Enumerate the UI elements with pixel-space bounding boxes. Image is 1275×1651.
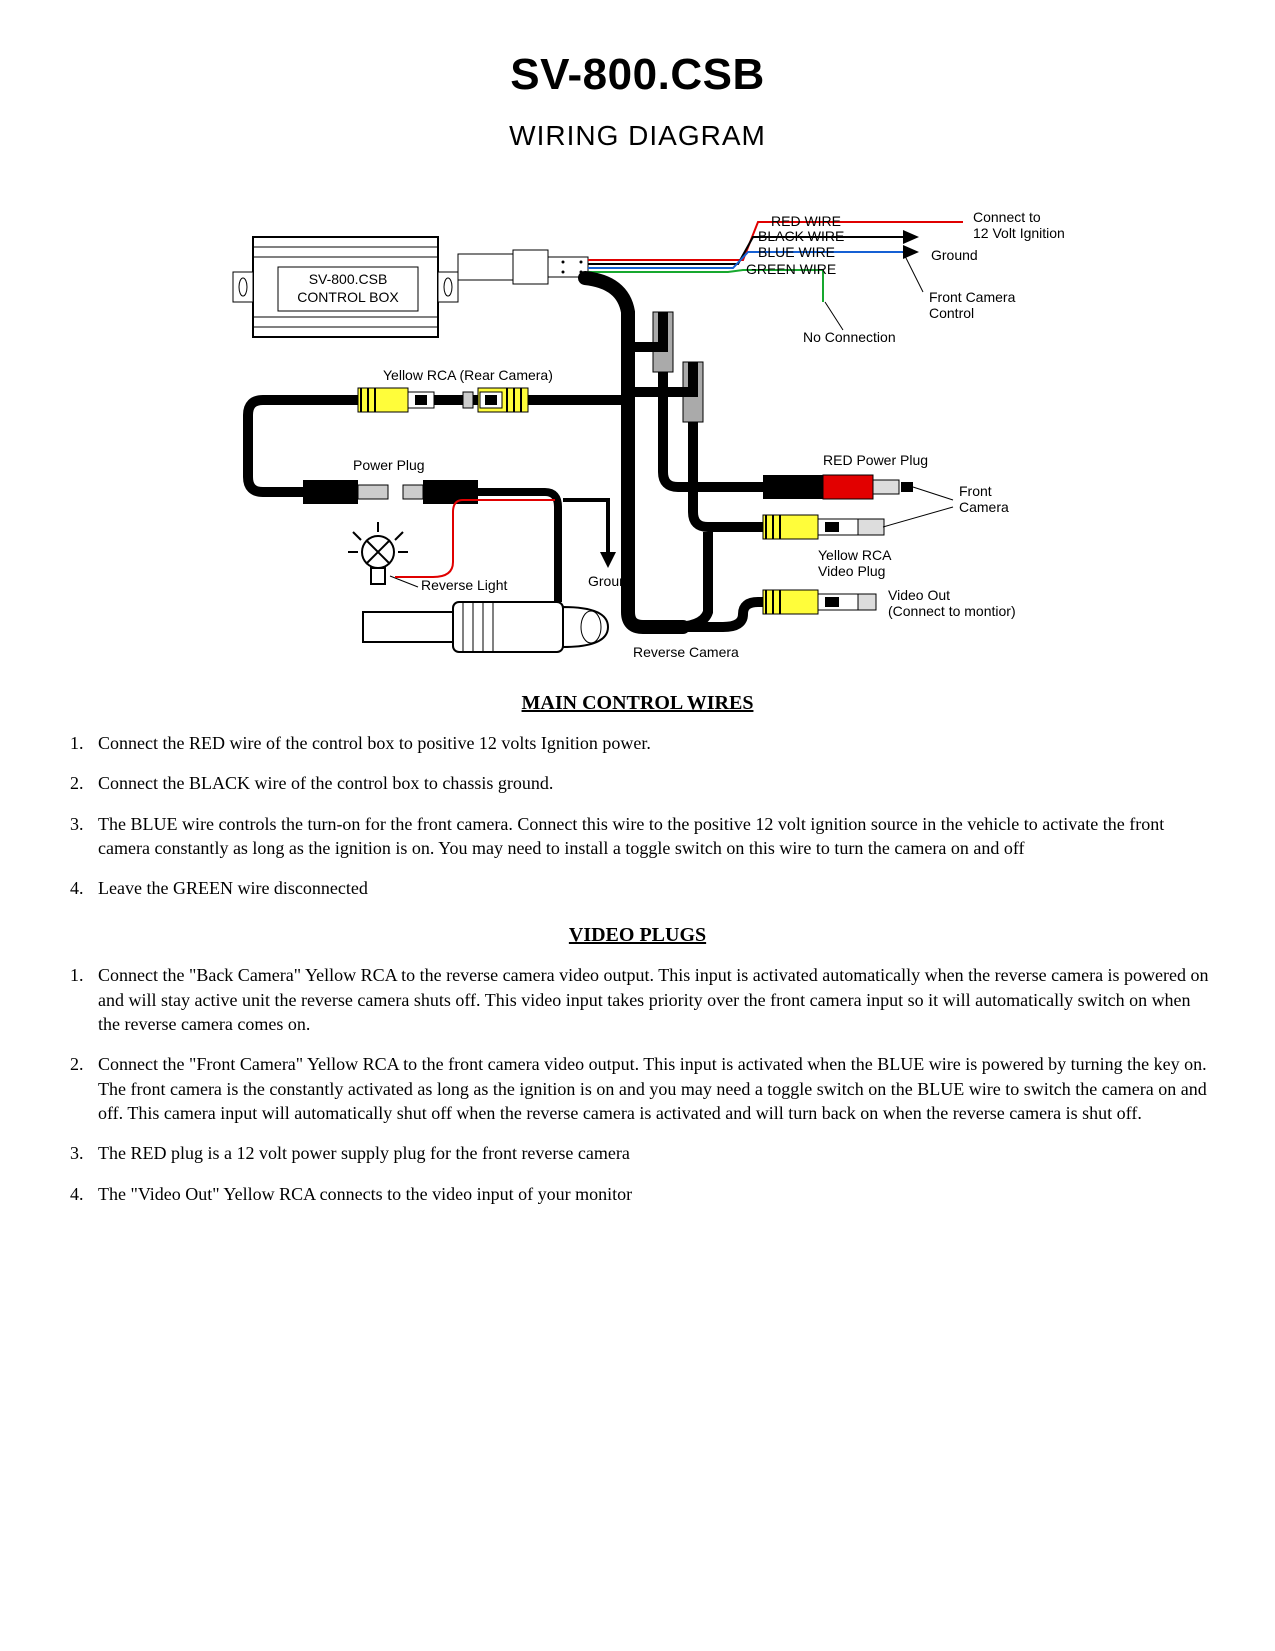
video-plugs-list: Connect the "Back Camera" Yellow RCA to …	[60, 963, 1215, 1205]
list-item: Connect the "Back Camera" Yellow RCA to …	[88, 963, 1215, 1036]
wiring-diagram: SV-800.CSB CONTROL BOX RED WIRE BLACK WI…	[203, 182, 1073, 662]
list-item: Connect the RED wire of the control box …	[88, 731, 1215, 755]
yellow-rca-video-icon	[763, 515, 884, 539]
reverse-camera-label: Reverse Camera	[633, 644, 739, 660]
video-out-icon	[763, 590, 876, 614]
front-cam-ctrl-1: Front Camera	[929, 289, 1016, 305]
reverse-light-label: Reverse Light	[421, 577, 507, 593]
power-plug-label: Power Plug	[353, 457, 425, 473]
no-connection-label: No Connection	[803, 329, 896, 345]
red-power-plug-icon	[763, 475, 913, 499]
svg-text:CONTROL BOX: CONTROL BOX	[297, 289, 399, 305]
ground2-label: Ground	[588, 573, 635, 589]
main-control-wires-list: Connect the RED wire of the control box …	[60, 731, 1215, 900]
green-wire-label: GREEN WIRE	[746, 261, 836, 277]
video-out-label-1: Video Out	[888, 587, 950, 603]
document-subtitle: WIRING DIAGRAM	[60, 120, 1215, 152]
main-control-wires-heading: MAIN CONTROL WIRES	[60, 692, 1215, 715]
blue-wire-label: BLUE WIRE	[758, 244, 835, 260]
list-item: Connect the "Front Camera" Yellow RCA to…	[88, 1052, 1215, 1125]
video-plugs-heading: VIDEO PLUGS	[60, 924, 1215, 947]
control-box-icon: SV-800.CSB CONTROL BOX	[233, 237, 458, 337]
svg-text:SV-800.CSB: SV-800.CSB	[308, 271, 387, 287]
red-wire-dest-2: 12 Volt Ignition	[973, 225, 1065, 241]
reverse-light-icon	[348, 522, 408, 584]
black-wire-label: BLACK WIRE	[758, 228, 844, 244]
list-item: The RED plug is a 12 volt power supply p…	[88, 1141, 1215, 1165]
reverse-camera-icon	[363, 602, 608, 652]
front-cam-ctrl-2: Control	[929, 305, 974, 321]
power-plug-icon	[303, 480, 478, 504]
ground-label: Ground	[931, 247, 978, 263]
front-camera-label-1: Front	[959, 483, 992, 499]
list-item: Connect the BLACK wire of the control bo…	[88, 771, 1215, 795]
video-out-label-2: (Connect to montior)	[888, 603, 1016, 619]
yellow-rca-rear-label: Yellow RCA (Rear Camera)	[383, 367, 553, 383]
red-power-plug-label: RED Power Plug	[823, 452, 928, 468]
red-wire-dest-1: Connect to	[973, 209, 1041, 225]
yellow-rca-video-label-1: Yellow RCA	[818, 547, 892, 563]
list-item: Leave the GREEN wire disconnected	[88, 876, 1215, 900]
red-wire-label: RED WIRE	[771, 213, 841, 229]
front-camera-label-2: Camera	[959, 499, 1009, 515]
list-item: The "Video Out" Yellow RCA connects to t…	[88, 1182, 1215, 1206]
yellow-rca-video-label-2: Video Plug	[818, 563, 885, 579]
document-title: SV-800.CSB	[60, 50, 1215, 100]
list-item: The BLUE wire controls the turn-on for t…	[88, 812, 1215, 861]
